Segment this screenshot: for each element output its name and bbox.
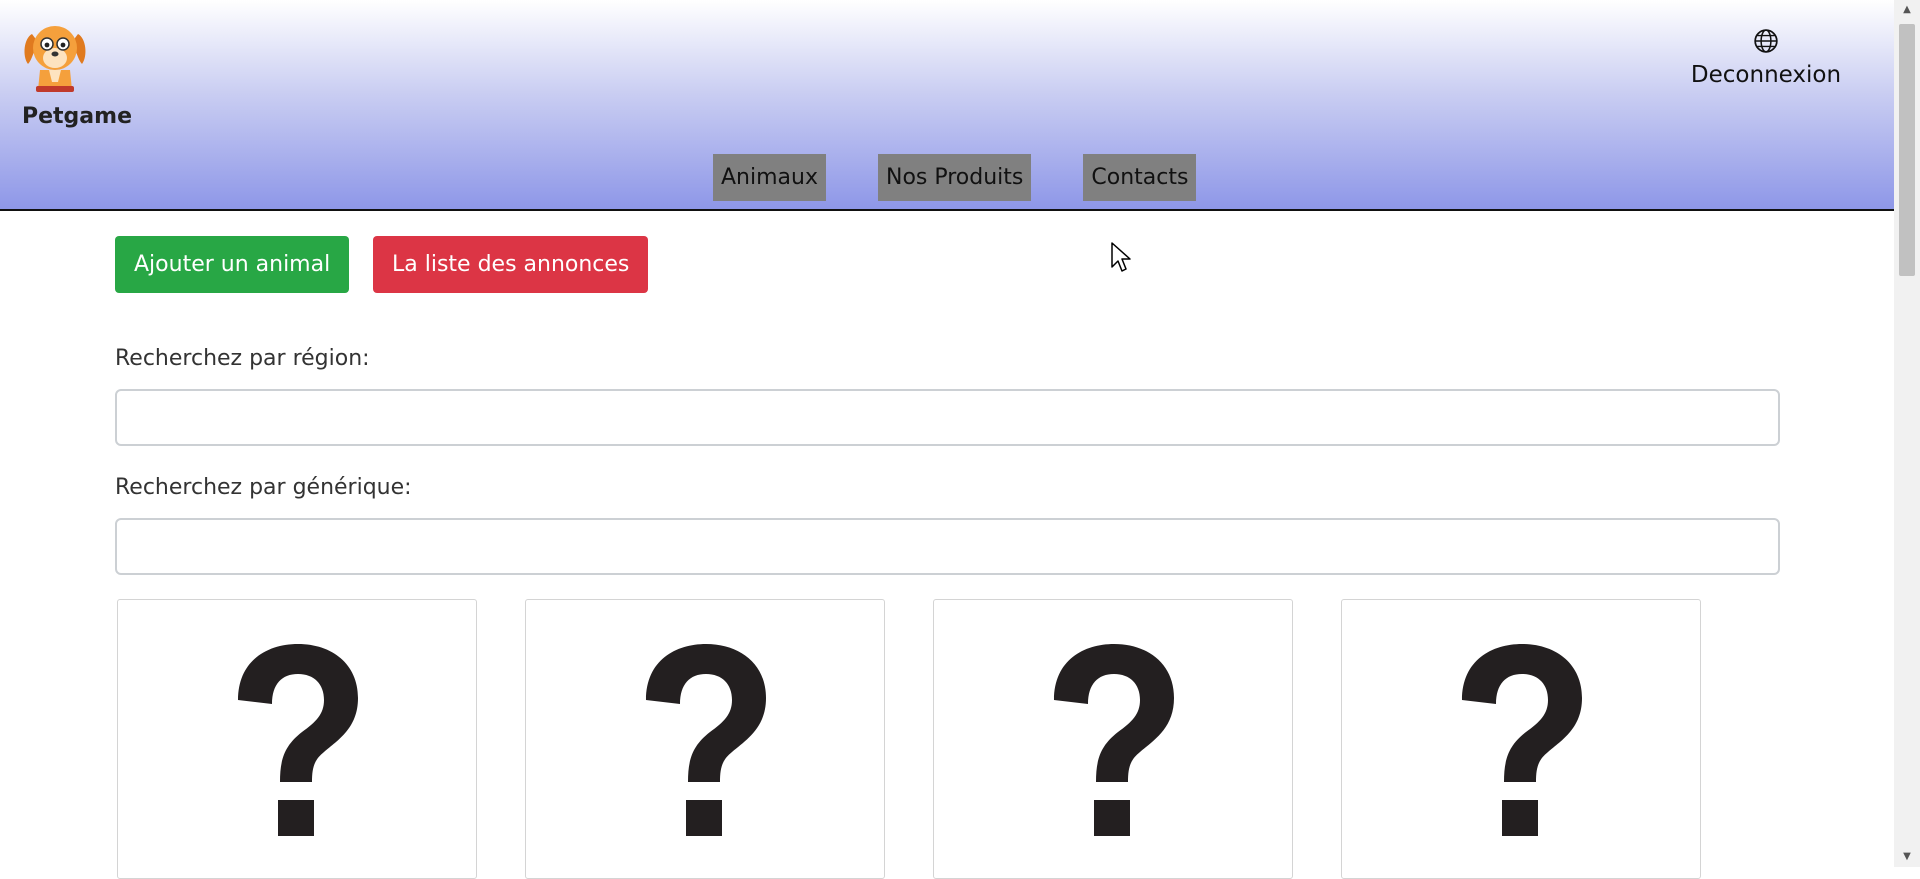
animal-card[interactable] [117,599,477,879]
animal-card[interactable] [525,599,885,879]
globe-icon[interactable] [1753,28,1779,54]
site-header: Petgame Deconnexion Animaux Nos Produits… [0,0,1894,211]
nav-item-contacts[interactable]: Contacts [1083,154,1197,201]
question-mark-icon [1054,644,1174,836]
account-area: Deconnexion [1686,28,1846,88]
nav-item-animaux[interactable]: Animaux [713,154,826,201]
question-mark-icon [1462,644,1582,836]
scroll-down-icon[interactable]: ▼ [1894,847,1920,867]
scroll-up-icon[interactable]: ▲ [1894,0,1920,20]
question-mark-icon [646,644,766,836]
generic-search-input[interactable] [115,518,1780,575]
animal-card[interactable] [1341,599,1701,879]
nav-item-nos-produits[interactable]: Nos Produits [877,154,1032,201]
region-search-input[interactable] [115,389,1780,446]
generic-search-label: Recherchez par générique: [115,475,412,500]
region-search-label: Recherchez par région: [115,346,370,371]
logout-link[interactable]: Deconnexion [1686,62,1846,88]
scrollbar-thumb[interactable] [1899,24,1915,276]
mouse-cursor-icon [1111,242,1131,272]
add-animal-button[interactable]: Ajouter un animal [115,236,350,293]
main-nav: Animaux Nos Produits Contacts [713,154,1197,201]
ads-list-button[interactable]: La liste des annonces [373,236,649,293]
animal-card[interactable] [933,599,1293,879]
dog-logo-icon [24,26,86,92]
page-scrollbar[interactable]: ▲ ▼ [1894,0,1920,867]
question-mark-icon [238,644,358,836]
brand-name: Petgame [22,104,132,129]
